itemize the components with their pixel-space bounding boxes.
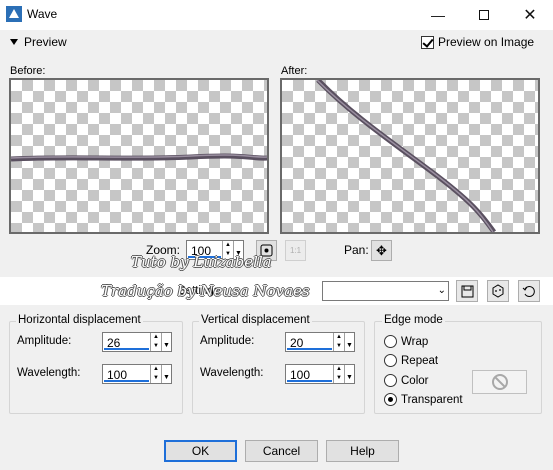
paintshop-icon xyxy=(6,6,22,22)
h-amplitude-dropdown-icon[interactable]: ▼ xyxy=(161,333,171,351)
v-amplitude-spinner[interactable]: ▲ ▼ xyxy=(333,333,344,351)
radio-wrap[interactable] xyxy=(384,335,397,348)
save-preset-button[interactable] xyxy=(456,280,478,302)
window-title: Wave xyxy=(27,7,58,21)
close-button[interactable]: ✕ xyxy=(507,0,553,30)
v-wavelength-value[interactable]: 100 xyxy=(287,366,332,382)
chevron-down-icon: ⌄ xyxy=(437,285,446,296)
h-amplitude-field[interactable]: 26 ▲ ▼ ▼ xyxy=(102,332,172,352)
v-wavelength-label: Wavelength: xyxy=(200,367,264,379)
edge-repeat-label: Repeat xyxy=(401,354,439,367)
before-stroke xyxy=(11,153,267,162)
v-amplitude-label: Amplitude: xyxy=(200,335,255,347)
edge-wrap-option[interactable]: Wrap xyxy=(384,335,428,348)
minimize-button[interactable]: — xyxy=(415,0,461,30)
ok-button[interactable]: OK xyxy=(164,440,237,462)
h-wavelength-spinner[interactable]: ▲ ▼ xyxy=(150,365,161,383)
v-wavelength-field[interactable]: 100 ▲ ▼ ▼ xyxy=(285,364,355,384)
watermark-line-1: Tuto by Luizabella xyxy=(131,253,272,271)
edge-transparent-option[interactable]: Transparent xyxy=(384,393,463,406)
maximize-icon xyxy=(479,10,489,20)
pan-button[interactable]: ✥ xyxy=(371,240,392,261)
edge-color-swatch[interactable] xyxy=(472,370,527,394)
h-amplitude-spinner[interactable]: ▲ ▼ xyxy=(150,333,161,351)
edge-mode-title: Edge mode xyxy=(382,314,445,326)
v-wavelength-spinner[interactable]: ▲ ▼ xyxy=(333,365,344,383)
no-entry-icon xyxy=(491,374,508,390)
settings-dropdown[interactable]: ⌄ xyxy=(322,281,449,301)
checkbox-box[interactable] xyxy=(421,35,434,49)
randomize-button[interactable] xyxy=(487,280,509,302)
h-amplitude-value[interactable]: 26 xyxy=(104,334,149,350)
watermark-line-2: Tradução by Neusa Novaes xyxy=(101,282,310,300)
save-icon xyxy=(461,285,473,297)
preview-label: Preview xyxy=(24,35,67,49)
actual-size-icon: 1:1 xyxy=(289,246,302,255)
after-label: After: xyxy=(281,65,308,77)
edge-wrap-label: Wrap xyxy=(401,335,429,348)
h-wavelength-value[interactable]: 100 xyxy=(104,366,149,382)
v-amplitude-value[interactable]: 20 xyxy=(287,334,332,350)
v-wavelength-dropdown-icon[interactable]: ▼ xyxy=(344,365,354,383)
h-amplitude-label: Amplitude: xyxy=(17,335,72,347)
help-button[interactable]: Help xyxy=(326,440,399,462)
preview-on-image-label: Preview on Image xyxy=(438,35,535,49)
h-wavelength-field[interactable]: 100 ▲ ▼ ▼ xyxy=(102,364,172,384)
edge-transparent-label: Transparent xyxy=(401,393,463,406)
before-label: Before: xyxy=(10,65,46,77)
minimize-icon: — xyxy=(431,7,445,23)
collapse-arrow-icon xyxy=(10,39,18,45)
reset-icon xyxy=(522,286,535,297)
vertical-displacement-title: Vertical displacement xyxy=(199,314,312,326)
move-icon: ✥ xyxy=(376,242,387,258)
after-stroke xyxy=(316,80,497,232)
edge-color-label: Color xyxy=(401,374,429,387)
preview-on-image-checkbox[interactable]: Preview on Image xyxy=(421,35,534,49)
radio-repeat[interactable] xyxy=(384,354,397,367)
h-wavelength-dropdown-icon[interactable]: ▼ xyxy=(161,365,171,383)
close-icon: ✕ xyxy=(523,7,537,24)
horizontal-displacement-title: Horizontal displacement xyxy=(16,314,143,326)
after-preview[interactable] xyxy=(280,78,540,234)
radio-color[interactable] xyxy=(384,374,397,387)
zoom-actual-size-button[interactable]: 1:1 xyxy=(285,240,306,261)
pan-label: Pan: xyxy=(344,243,369,257)
cancel-button[interactable]: Cancel xyxy=(245,440,318,462)
maximize-button[interactable] xyxy=(461,0,507,30)
edge-color-option[interactable]: Color xyxy=(384,374,428,387)
dice-icon xyxy=(492,284,504,298)
before-preview[interactable] xyxy=(9,78,269,234)
reset-button[interactable] xyxy=(518,280,540,302)
h-wavelength-label: Wavelength: xyxy=(17,367,81,379)
v-amplitude-field[interactable]: 20 ▲ ▼ ▼ xyxy=(285,332,355,352)
v-amplitude-dropdown-icon[interactable]: ▼ xyxy=(344,333,354,351)
preview-toggle[interactable]: Preview xyxy=(10,35,67,49)
radio-transparent[interactable] xyxy=(384,393,397,406)
edge-repeat-option[interactable]: Repeat xyxy=(384,354,438,367)
